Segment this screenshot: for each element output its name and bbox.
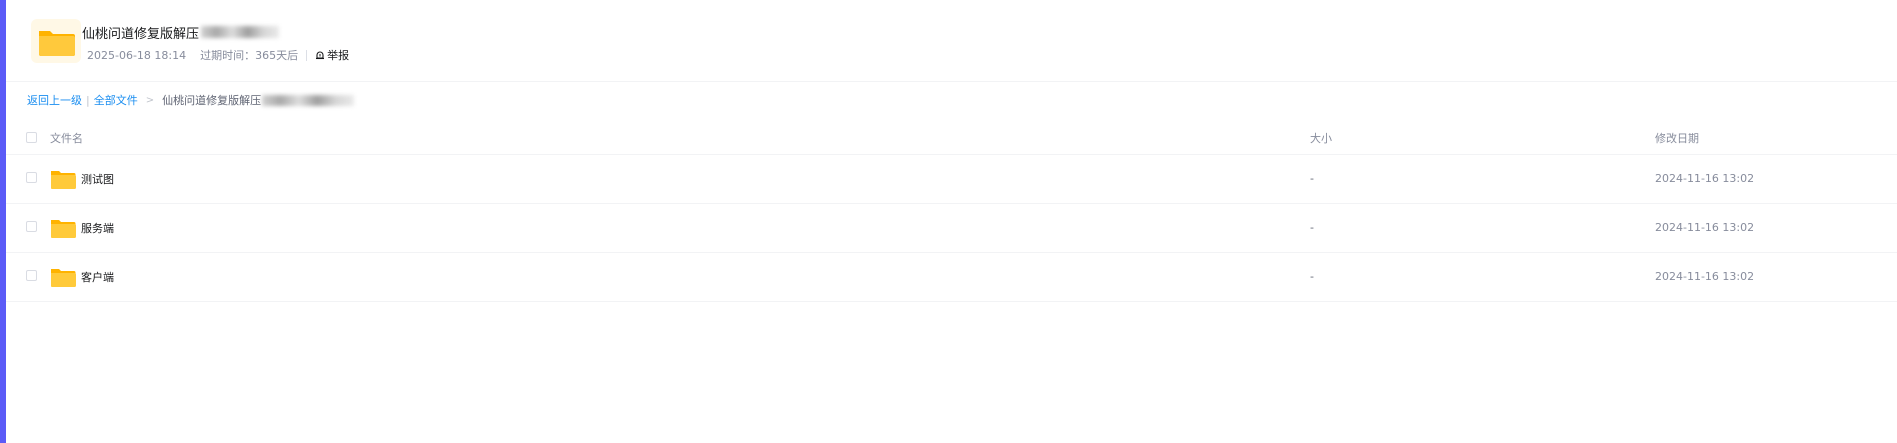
folder-icon <box>51 220 76 238</box>
folder-icon <box>51 171 76 189</box>
file-date: 2024-11-16 13:02 <box>1655 270 1755 283</box>
file-table: 文件名 大小 修改日期 测试图 - 2024-11-16 13:02 服务端 -… <box>6 122 1897 302</box>
meta-divider <box>306 49 308 61</box>
file-name-cell[interactable]: 客户端 <box>50 264 114 290</box>
table-row[interactable]: 服务端 - 2024-11-16 13:02 <box>6 204 1897 253</box>
table-row[interactable]: 客户端 - 2024-11-16 13:02 <box>6 253 1897 302</box>
row-checkbox[interactable] <box>26 270 37 281</box>
breadcrumb-current: 仙桃问道修复版解压 <box>162 94 262 107</box>
file-size: - <box>1310 172 1314 185</box>
report-label: 举报 <box>327 49 350 62</box>
file-name: 客户端 <box>81 271 114 284</box>
file-size: - <box>1310 221 1314 234</box>
folder-icon <box>31 19 81 63</box>
all-files-link[interactable]: 全部文件 <box>94 92 138 108</box>
share-date: 2025-06-18 18:14 <box>87 48 187 62</box>
breadcrumb-pipe: | <box>86 93 90 107</box>
redacted-text <box>262 94 355 106</box>
share-header: 仙桃问道修复版解压 2025-06-18 18:14 过期时间：365天后 举报 <box>6 0 1897 82</box>
breadcrumb-arrow: > <box>145 94 155 106</box>
file-date: 2024-11-16 13:02 <box>1655 221 1755 234</box>
breadcrumb: 返回上一级 | 全部文件 > 仙桃问道修复版解压 <box>27 92 355 108</box>
report-icon <box>316 51 325 60</box>
table-header: 文件名 大小 修改日期 <box>6 122 1897 155</box>
table-row[interactable]: 测试图 - 2024-11-16 13:02 <box>6 155 1897 204</box>
column-header-date[interactable]: 修改日期 <box>1655 130 1699 146</box>
select-all-checkbox[interactable] <box>26 132 37 143</box>
file-date: 2024-11-16 13:02 <box>1655 172 1755 185</box>
share-title-text: 仙桃问道修复版解压 <box>82 26 200 42</box>
file-name: 服务端 <box>81 222 114 235</box>
share-meta: 2025-06-18 18:14 过期时间：365天后 举报 <box>87 47 349 63</box>
file-size: - <box>1310 270 1314 283</box>
expire-time: 过期时间：365天后 <box>200 49 299 62</box>
file-name: 测试图 <box>81 173 114 186</box>
file-name-cell[interactable]: 服务端 <box>50 215 114 241</box>
row-checkbox[interactable] <box>26 221 37 232</box>
redacted-text <box>201 26 280 38</box>
report-button[interactable]: 举报 <box>315 47 349 63</box>
column-header-size[interactable]: 大小 <box>1310 130 1332 146</box>
file-name-cell[interactable]: 测试图 <box>50 166 114 192</box>
folder-icon <box>51 269 76 287</box>
share-title: 仙桃问道修复版解压 <box>82 22 280 42</box>
column-header-name[interactable]: 文件名 <box>50 130 83 146</box>
row-checkbox[interactable] <box>26 172 37 183</box>
back-link[interactable]: 返回上一级 <box>27 92 82 108</box>
share-page: 仙桃问道修复版解压 2025-06-18 18:14 过期时间：365天后 举报… <box>0 0 1897 443</box>
